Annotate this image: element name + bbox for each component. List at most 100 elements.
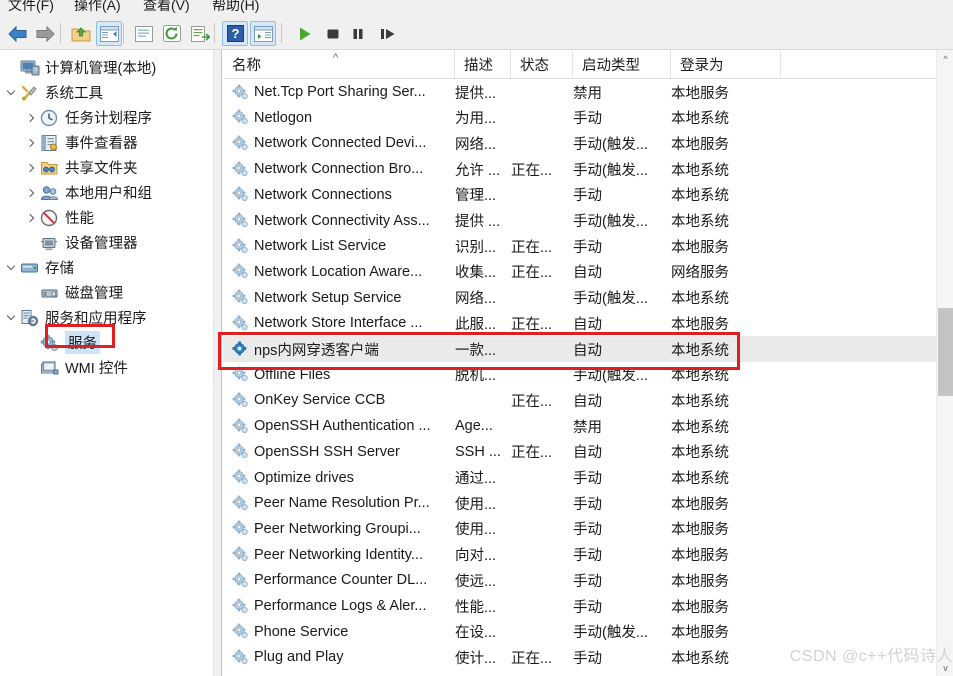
stop-service-button[interactable]	[320, 21, 346, 46]
service-startup-type-label: 手动	[573, 522, 602, 539]
service-row[interactable]: OpenSSH Authentication ... Age... 禁用 本地系统	[223, 413, 953, 439]
column-header-status[interactable]: 状态	[511, 50, 573, 79]
vertical-scrollbar[interactable]: ^ v	[936, 50, 953, 676]
service-description-cell: 此服...	[455, 310, 511, 336]
chevron-down-icon[interactable]	[4, 261, 18, 275]
tree-item-storage[interactable]: 存储	[4, 255, 74, 280]
service-row[interactable]: Phone Service 在设... 手动(触发... 本地服务	[223, 619, 953, 645]
service-startup-type-label: 手动	[573, 573, 602, 590]
tree-item-label: 共享文件夹	[65, 161, 138, 177]
service-logon-label: 网络服务	[671, 265, 729, 282]
storage-icon	[20, 259, 40, 277]
tree-item-local-users-groups[interactable]: 本地用户和组	[24, 180, 152, 205]
refresh-button[interactable]	[159, 21, 185, 46]
service-name-label: Netlogon	[254, 109, 313, 126]
tree-item-services-and-applications[interactable]: 服务和应用程序	[4, 305, 147, 330]
column-header-startup-type[interactable]: 启动类型	[573, 50, 671, 79]
service-row[interactable]: Offline Files 脱机... 手动(触发... 本地系统	[223, 362, 953, 388]
export-list-button[interactable]	[187, 21, 213, 46]
service-status-label: 正在...	[511, 316, 553, 333]
service-logon-label: 本地系统	[671, 650, 729, 667]
tree-item-performance[interactable]: 性能	[24, 205, 94, 230]
service-startup-type-label: 手动(触发...	[573, 162, 648, 179]
up-one-level-button[interactable]	[68, 21, 94, 46]
tree-item-event-viewer[interactable]: 事件查看器	[24, 130, 138, 155]
console-tree-pane[interactable]: 计算机管理(本地) 系统工具 任务计划程序 事件查看器 共享文件夹 本地用户和组…	[0, 50, 213, 676]
scrollbar-thumb[interactable]	[938, 308, 953, 396]
service-logon-label: 本地系统	[671, 393, 729, 410]
service-startup-type-label: 自动	[573, 265, 602, 282]
chevron-down-icon[interactable]	[4, 311, 18, 325]
service-startup-type-cell: 手动	[573, 105, 671, 131]
service-row[interactable]: Network Connections 管理... 手动 本地系统	[223, 182, 953, 208]
service-logon-label: 本地服务	[671, 85, 729, 102]
menu-item-file[interactable]: 文件(F)	[8, 0, 54, 15]
chevron-right-icon[interactable]	[24, 136, 38, 150]
chevron-right-icon[interactable]	[24, 161, 38, 175]
service-row[interactable]: nps内网穿透客户端 一款... 自动 本地系统	[223, 336, 953, 362]
column-header-log-on-as[interactable]: 登录为	[671, 50, 781, 79]
show-action-pane-button[interactable]	[250, 21, 276, 46]
menu-item-help[interactable]: 帮助(H)	[212, 0, 259, 15]
service-row[interactable]: Peer Networking Identity... 向对... 手动 本地服务	[223, 542, 953, 568]
service-row[interactable]: Performance Counter DL... 使远... 手动 本地服务	[223, 567, 953, 593]
service-row[interactable]: Network Connection Bro... 允许 ... 正在... 手动(触…	[223, 156, 953, 182]
service-row[interactable]: Network Setup Service 网络... 手动(触发... 本地系统	[223, 285, 953, 311]
service-logon-cell: 本地服务	[671, 310, 781, 336]
restart-service-button[interactable]	[375, 21, 401, 46]
scroll-up-icon[interactable]: ^	[937, 50, 953, 67]
service-name-cell: Offline Files	[232, 362, 452, 388]
service-row[interactable]: Network Connectivity Ass... 提供 ... 手动(触发..…	[223, 208, 953, 234]
service-row[interactable]: Network List Service 识别... 正在... 手动 本地服务	[223, 233, 953, 259]
back-button[interactable]	[4, 21, 30, 46]
service-description-label: 允许 ...	[455, 162, 501, 179]
chevron-right-icon[interactable]	[24, 111, 38, 125]
menu-item-view[interactable]: 查看(V)	[143, 0, 190, 15]
pane-splitter[interactable]	[213, 50, 222, 676]
service-row[interactable]: Network Connected Devi... 网络... 手动(触发... 本地…	[223, 130, 953, 156]
service-row[interactable]: Network Location Aware... 收集... 正在... 自动 网络服…	[223, 259, 953, 285]
service-row[interactable]: Performance Logs & Aler... 性能... 手动 本地服务	[223, 593, 953, 619]
services-list-pane: 名称 ^ 描述 状态 启动类型 登录为 Net.Tcp Port Sharing…	[222, 50, 953, 676]
service-startup-type-label: 手动	[573, 188, 602, 205]
column-header-label: 状态	[520, 58, 549, 74]
service-row[interactable]: OnKey Service CCB 正在... 自动 本地系统	[223, 387, 953, 413]
tree-item-task-scheduler[interactable]: 任务计划程序	[24, 105, 152, 130]
service-row[interactable]: Net.Tcp Port Sharing Ser... 提供... 禁用 本地服务	[223, 79, 953, 105]
service-row[interactable]: Network Store Interface ... 此服... 正在... 自动 本…	[223, 310, 953, 336]
service-logon-cell: 本地系统	[671, 285, 781, 311]
pause-service-button[interactable]	[345, 21, 371, 46]
chevron-down-icon[interactable]	[4, 86, 18, 100]
tree-item-shared-folders[interactable]: 共享文件夹	[24, 155, 138, 180]
column-header-name[interactable]: 名称 ^	[223, 50, 455, 79]
services-row-list[interactable]: Net.Tcp Port Sharing Ser... 提供... 禁用 本地服务 Ne…	[223, 79, 953, 676]
menu-item-action[interactable]: 操作(A)	[74, 0, 121, 15]
tree-item-wmi-control[interactable]: WMI 控件	[24, 355, 128, 380]
show-hide-console-tree-button[interactable]	[96, 21, 122, 46]
tree-item-computer-management[interactable]: 计算机管理(本地)	[4, 55, 156, 80]
properties-button[interactable]	[131, 21, 157, 46]
service-row[interactable]: Optimize drives 通过... 手动 本地系统	[223, 465, 953, 491]
service-name-cell: OnKey Service CCB	[232, 387, 452, 413]
service-startup-type-label: 自动	[573, 316, 602, 333]
service-description-label: Age...	[455, 418, 493, 435]
tree-item-disk-management[interactable]: 磁盘管理	[24, 280, 123, 305]
service-row[interactable]: OpenSSH SSH Server SSH ... 正在... 自动 本地系统	[223, 439, 953, 465]
chevron-right-icon[interactable]	[24, 186, 38, 200]
service-row[interactable]: Peer Networking Groupi... 使用... 手动 本地服务	[223, 516, 953, 542]
help-button[interactable]: ?	[222, 21, 248, 46]
service-gear-icon	[232, 238, 249, 255]
tree-item-device-manager[interactable]: 设备管理器	[24, 230, 138, 255]
service-row[interactable]: Netlogon 为用... 手动 本地系统	[223, 105, 953, 131]
service-row[interactable]: Peer Name Resolution Pr... 使用... 手动 本地服务	[223, 490, 953, 516]
service-name-label: Performance Counter DL...	[254, 572, 428, 589]
start-service-button[interactable]	[292, 21, 318, 46]
tree-item-system-tools[interactable]: 系统工具	[4, 80, 103, 105]
forward-button[interactable]	[32, 21, 58, 46]
tree-item-services[interactable]: 服务	[24, 330, 100, 355]
chevron-right-icon[interactable]	[24, 211, 38, 225]
column-header-description[interactable]: 描述	[455, 50, 511, 79]
